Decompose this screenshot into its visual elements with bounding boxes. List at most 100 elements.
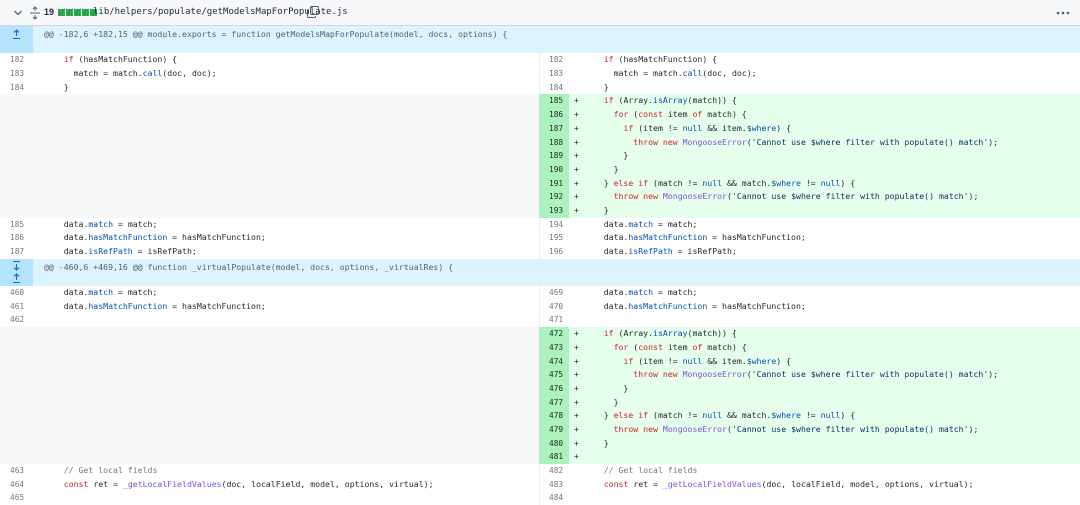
right-line-number[interactable]: 194 (549, 218, 563, 232)
right-line-number[interactable]: 183 (549, 67, 563, 81)
left-code: const ret = _getLocalFieldValues(doc, lo… (63, 478, 434, 489)
left-line-number[interactable]: 186 (10, 231, 24, 245)
diffstat-block (74, 9, 81, 16)
right-line-number[interactable]: 473 (549, 341, 563, 355)
right-line-number[interactable]: 469 (549, 286, 563, 300)
right-line-number[interactable]: 479 (549, 423, 563, 437)
right-code: } (584, 81, 609, 92)
unfold-down-icon[interactable] (11, 260, 22, 271)
right-line-number[interactable]: 190 (549, 163, 563, 177)
added-line: +479 throw new MongooseError('Cannot use… (0, 422, 1080, 437)
right-line-number[interactable]: 471 (549, 313, 563, 327)
right-line-number[interactable]: 476 (549, 382, 563, 396)
right-line-number[interactable]: 187 (549, 122, 563, 136)
diffstat-block (82, 9, 89, 16)
right-line-number[interactable]: 475 (549, 368, 563, 382)
right-line-number[interactable]: 184 (549, 81, 563, 95)
empty-left-cell (0, 354, 539, 369)
right-line-number[interactable]: 195 (549, 231, 563, 245)
added-line: +478 } else if (match != null && match.$… (0, 409, 1080, 423)
context-line: 464 const ret = _getLocalFieldValues(doc… (0, 477, 1080, 492)
added-sign: + (574, 95, 579, 106)
left-line-number[interactable]: 460 (10, 286, 24, 300)
left-line-number[interactable]: 184 (10, 81, 24, 95)
added-sign: + (574, 328, 579, 339)
left-line-number[interactable]: 462 (10, 313, 24, 327)
right-line-number[interactable]: 477 (549, 396, 563, 410)
added-sign: + (574, 369, 579, 380)
copy-icon[interactable] (306, 5, 320, 19)
left-line-number[interactable]: 185 (10, 218, 24, 232)
split-divider (539, 286, 540, 300)
context-line: 460 data.match = match; 469 data.match = … (0, 286, 1080, 300)
hunk-header: @@ -182,6 +182,15 @@ module.exports = fu… (0, 26, 1080, 54)
added-line: +190 } (0, 162, 1080, 177)
split-divider (539, 231, 540, 246)
right-line-number[interactable]: 474 (549, 355, 563, 369)
left-code: data.hasMatchFunction = hasMatchFunction… (63, 232, 266, 243)
diff-table: @@ -182,6 +182,15 @@ module.exports = fu… (0, 26, 1080, 505)
context-line: 461 data.hasMatchFunction = hasMatchFunc… (0, 299, 1080, 314)
right-line-number[interactable]: 192 (549, 190, 563, 204)
context-line: 183 match = match.call(doc, doc); 183 mat… (0, 67, 1080, 81)
unfold-up-icon[interactable] (11, 272, 22, 284)
left-code: data.match = match; (63, 218, 158, 229)
added-sign: + (574, 150, 579, 161)
diff-count: 19 (44, 7, 55, 17)
empty-left-cell (0, 327, 539, 341)
empty-left-cell (0, 94, 539, 109)
added-sign: + (574, 451, 579, 462)
added-line: +188 throw new MongooseError('Cannot use… (0, 135, 1080, 150)
right-line-number[interactable]: 484 (549, 491, 563, 505)
right-line-number[interactable]: 483 (549, 478, 563, 492)
added-sign: + (574, 177, 579, 188)
left-line-number[interactable]: 465 (10, 491, 24, 505)
left-line-number[interactable]: 464 (10, 478, 24, 492)
added-sign: + (574, 136, 579, 147)
right-line-number[interactable]: 189 (549, 149, 563, 163)
right-line-number[interactable]: 481 (549, 450, 563, 464)
left-code: data.isRefPath = isRefPath; (63, 246, 197, 257)
added-line: +185 if (Array.isArray(match)) { (0, 94, 1080, 109)
right-line-number[interactable]: 482 (549, 464, 563, 478)
right-line-number[interactable]: 478 (549, 409, 563, 423)
added-sign: + (574, 204, 579, 215)
right-line-number[interactable]: 193 (549, 204, 563, 218)
right-code: const ret = _getLocalFieldValues(doc, lo… (603, 478, 974, 489)
right-code: } else if (match != null && match.$where… (584, 410, 856, 421)
added-background (569, 450, 1080, 465)
expand-all-icon[interactable] (29, 6, 41, 20)
added-line: +472 if (Array.isArray(match)) { (0, 327, 1080, 341)
expand-hunk-button[interactable] (0, 26, 33, 54)
added-sign: + (574, 355, 579, 366)
right-line-number[interactable]: 182 (549, 53, 563, 67)
left-line-number[interactable]: 187 (10, 245, 24, 259)
context-line: 184 } 184 } (0, 80, 1080, 95)
added-sign: + (574, 109, 579, 120)
unfold-up-icon[interactable] (11, 29, 22, 40)
context-line: 463 // Get local fields 482 // Get local … (0, 464, 1080, 478)
split-divider (539, 67, 540, 81)
right-line-number[interactable]: 470 (549, 300, 563, 314)
left-line-number[interactable]: 463 (10, 464, 24, 478)
right-line-number[interactable]: 191 (549, 177, 563, 191)
chevron-down-icon[interactable] (12, 7, 24, 19)
empty-left-cell (0, 409, 539, 423)
right-code: for (const item of match) { (613, 341, 747, 352)
right-code: data.match = match; (603, 287, 698, 298)
right-line-number[interactable]: 196 (549, 245, 563, 259)
right-line-number[interactable]: 188 (549, 136, 563, 150)
left-line-number[interactable]: 182 (10, 53, 24, 67)
right-code: match = match.call(doc, doc); (613, 68, 757, 79)
empty-left-cell (0, 203, 539, 218)
right-line-number[interactable]: 186 (549, 108, 563, 122)
context-line: 187 data.isRefPath = isRefPath; 196 data.… (0, 245, 1080, 259)
kebab-horizontal-icon[interactable] (1054, 6, 1072, 20)
left-line-number[interactable]: 183 (10, 67, 24, 81)
expand-hunk-button[interactable] (0, 258, 33, 287)
right-line-number[interactable]: 480 (549, 437, 563, 451)
added-sign: + (574, 382, 579, 393)
left-line-number[interactable]: 461 (10, 300, 24, 314)
right-line-number[interactable]: 472 (549, 327, 563, 341)
right-line-number[interactable]: 185 (549, 94, 563, 108)
